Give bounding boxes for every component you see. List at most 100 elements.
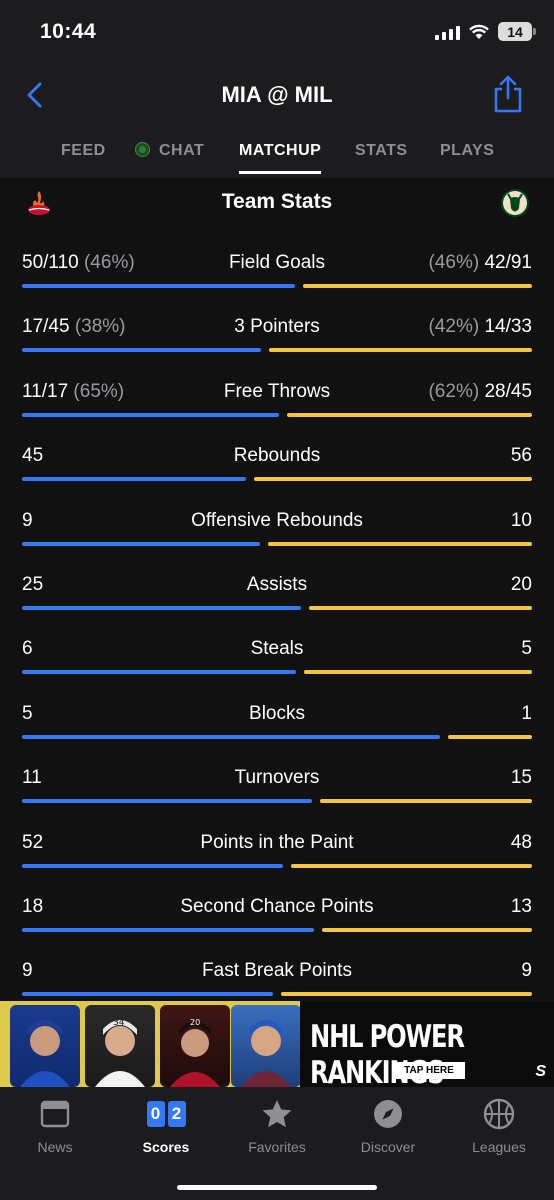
- battery-level: 14: [507, 23, 523, 40]
- stat-label: Assists: [246, 574, 308, 595]
- tabbar-item-favorites[interactable]: Favorites: [222, 1097, 332, 1155]
- section-title: Team Stats: [221, 190, 333, 213]
- basketball-icon: [483, 1098, 515, 1130]
- away-stat-bar: [322, 928, 532, 932]
- away-value: 56: [510, 445, 532, 467]
- ad-player-image: [231, 1005, 301, 1087]
- away-value: 9: [521, 960, 532, 982]
- away-value: 13: [510, 896, 532, 917]
- ad-player-image: 20: [160, 1005, 230, 1087]
- ad-banner[interactable]: 34 20 NHL POWER RANKINGS TAP HERE S: [0, 1001, 554, 1087]
- ad-jersey-number: 34: [113, 1018, 125, 1028]
- home-stat-bar: [22, 412, 279, 417]
- matchup-tabs: FEED CHAT MATCHUP STATS PLAYS: [0, 132, 554, 178]
- away-stat-value: 15: [511, 767, 532, 789]
- stat-row: 17/45 (38%) 3 Pointers (42%) 14/33: [0, 308, 554, 372]
- home-stat-bar: [22, 734, 440, 739]
- home-stat-bar: [22, 992, 273, 997]
- away-percentage: (42%): [428, 316, 480, 338]
- away-stat-bar: [287, 412, 532, 417]
- away-stat-value: (62%) 28/45: [428, 381, 532, 403]
- away-stat-bar: [448, 734, 532, 739]
- away-stat-value: 20: [511, 574, 532, 596]
- tabbar-item-news[interactable]: News: [0, 1097, 110, 1155]
- tab-stats[interactable]: STATS: [355, 142, 408, 160]
- away-stat-value: (46%) 42/91: [428, 252, 532, 274]
- stat-row: 18 Second Chance Points 13: [0, 888, 554, 952]
- game-header: MIA @ MIL FEED CHAT MATCHUP STATS PLAYS: [0, 64, 554, 178]
- ad-player-image: 34: [85, 1005, 155, 1087]
- status-time: 10:44: [40, 20, 97, 43]
- away-stat-bar: [304, 670, 532, 675]
- stat-label: Points in the Paint: [200, 831, 354, 853]
- away-stat-value: 13: [511, 896, 532, 918]
- stat-row: 9 Offensive Rebounds 10: [0, 502, 554, 566]
- battery-icon: 14: [498, 22, 536, 41]
- away-value: 42/91: [484, 252, 532, 273]
- stat-row: 5 Blocks 1: [0, 695, 554, 759]
- tab-matchup[interactable]: MATCHUP: [239, 142, 322, 174]
- stat-label: Rebounds: [233, 445, 321, 467]
- tabbar-label: Discover: [360, 1139, 416, 1155]
- tabbar-label: Scores: [142, 1139, 190, 1155]
- away-stat-bar: [281, 992, 532, 997]
- tab-chat[interactable]: CHAT: [136, 142, 204, 160]
- home-stat-bar: [22, 799, 312, 804]
- away-value: 15: [510, 767, 532, 789]
- bottom-tab-bar: News 0 2 Scores Favorites Discover Leagu…: [0, 1087, 554, 1200]
- away-stat-bar: [291, 863, 532, 868]
- away-stat-value: (42%) 14/33: [428, 316, 532, 338]
- tabbar-item-discover[interactable]: Discover: [333, 1097, 443, 1155]
- home-stat-bar: [22, 477, 246, 482]
- stat-row: 6 Steals 5: [0, 630, 554, 694]
- away-stat-value: 1: [521, 703, 532, 725]
- away-value: 5: [521, 638, 532, 660]
- stat-row: 25 Assists 20: [0, 566, 554, 630]
- away-value: 10: [510, 509, 532, 531]
- away-value: 20: [510, 574, 532, 595]
- compass-icon: [374, 1100, 402, 1128]
- away-stat-bar: [268, 541, 532, 546]
- away-percentage: (46%): [428, 252, 480, 273]
- away-value: 28/45: [484, 380, 532, 402]
- sportsnet-logo-icon: S: [535, 1063, 546, 1080]
- home-stat-bar: [22, 606, 301, 610]
- tab-feed[interactable]: FEED: [61, 142, 106, 160]
- tab-plays[interactable]: PLAYS: [440, 142, 494, 160]
- tabbar-item-scores[interactable]: 0 2 Scores: [111, 1097, 221, 1155]
- ad-player-image: [10, 1005, 80, 1087]
- away-stat-value: 10: [511, 510, 532, 532]
- bucks-logo-icon: [501, 189, 529, 217]
- wifi-icon: [469, 24, 489, 39]
- share-icon[interactable]: [492, 74, 524, 114]
- away-stat-bar: [309, 606, 532, 610]
- away-value: 1: [521, 702, 532, 724]
- home-stat-bar: [22, 928, 314, 932]
- away-stat-value: 9: [521, 960, 532, 982]
- away-stat-value: 5: [521, 638, 532, 660]
- ad-jersey-number: 20: [190, 1018, 200, 1027]
- stat-label: Turnovers: [234, 767, 320, 789]
- stat-row: 11 Turnovers 15: [0, 759, 554, 823]
- stat-label: Steals: [250, 638, 304, 660]
- away-stat-value: 48: [511, 832, 532, 854]
- away-stat-bar: [254, 477, 532, 482]
- stat-row: 52 Points in the Paint 48: [0, 824, 554, 888]
- stat-row: 50/110 (46%) Field Goals (46%) 42/91: [0, 244, 554, 308]
- news-icon: [40, 1100, 70, 1128]
- tabbar-label: Favorites: [248, 1139, 306, 1155]
- scores-icon: 0 2: [146, 1101, 186, 1127]
- stat-row: 45 Rebounds 56: [0, 437, 554, 501]
- tabbar-item-leagues[interactable]: Leagues: [444, 1097, 554, 1155]
- stat-label: Fast Break Points: [202, 960, 352, 982]
- status-bar: 10:44 14: [0, 0, 554, 64]
- away-stat-bar: [320, 799, 532, 804]
- away-stat-value: 56: [511, 445, 532, 467]
- home-stat-bar: [22, 284, 295, 288]
- ad-cta-button[interactable]: TAP HERE: [393, 1062, 465, 1079]
- stat-row: 11/17 (65%) Free Throws (62%) 28/45: [0, 373, 554, 437]
- stat-label: Second Chance Points: [180, 896, 374, 917]
- away-percentage: (62%): [428, 380, 480, 402]
- away-value: 48: [510, 831, 532, 853]
- away-value: 14/33: [484, 316, 532, 338]
